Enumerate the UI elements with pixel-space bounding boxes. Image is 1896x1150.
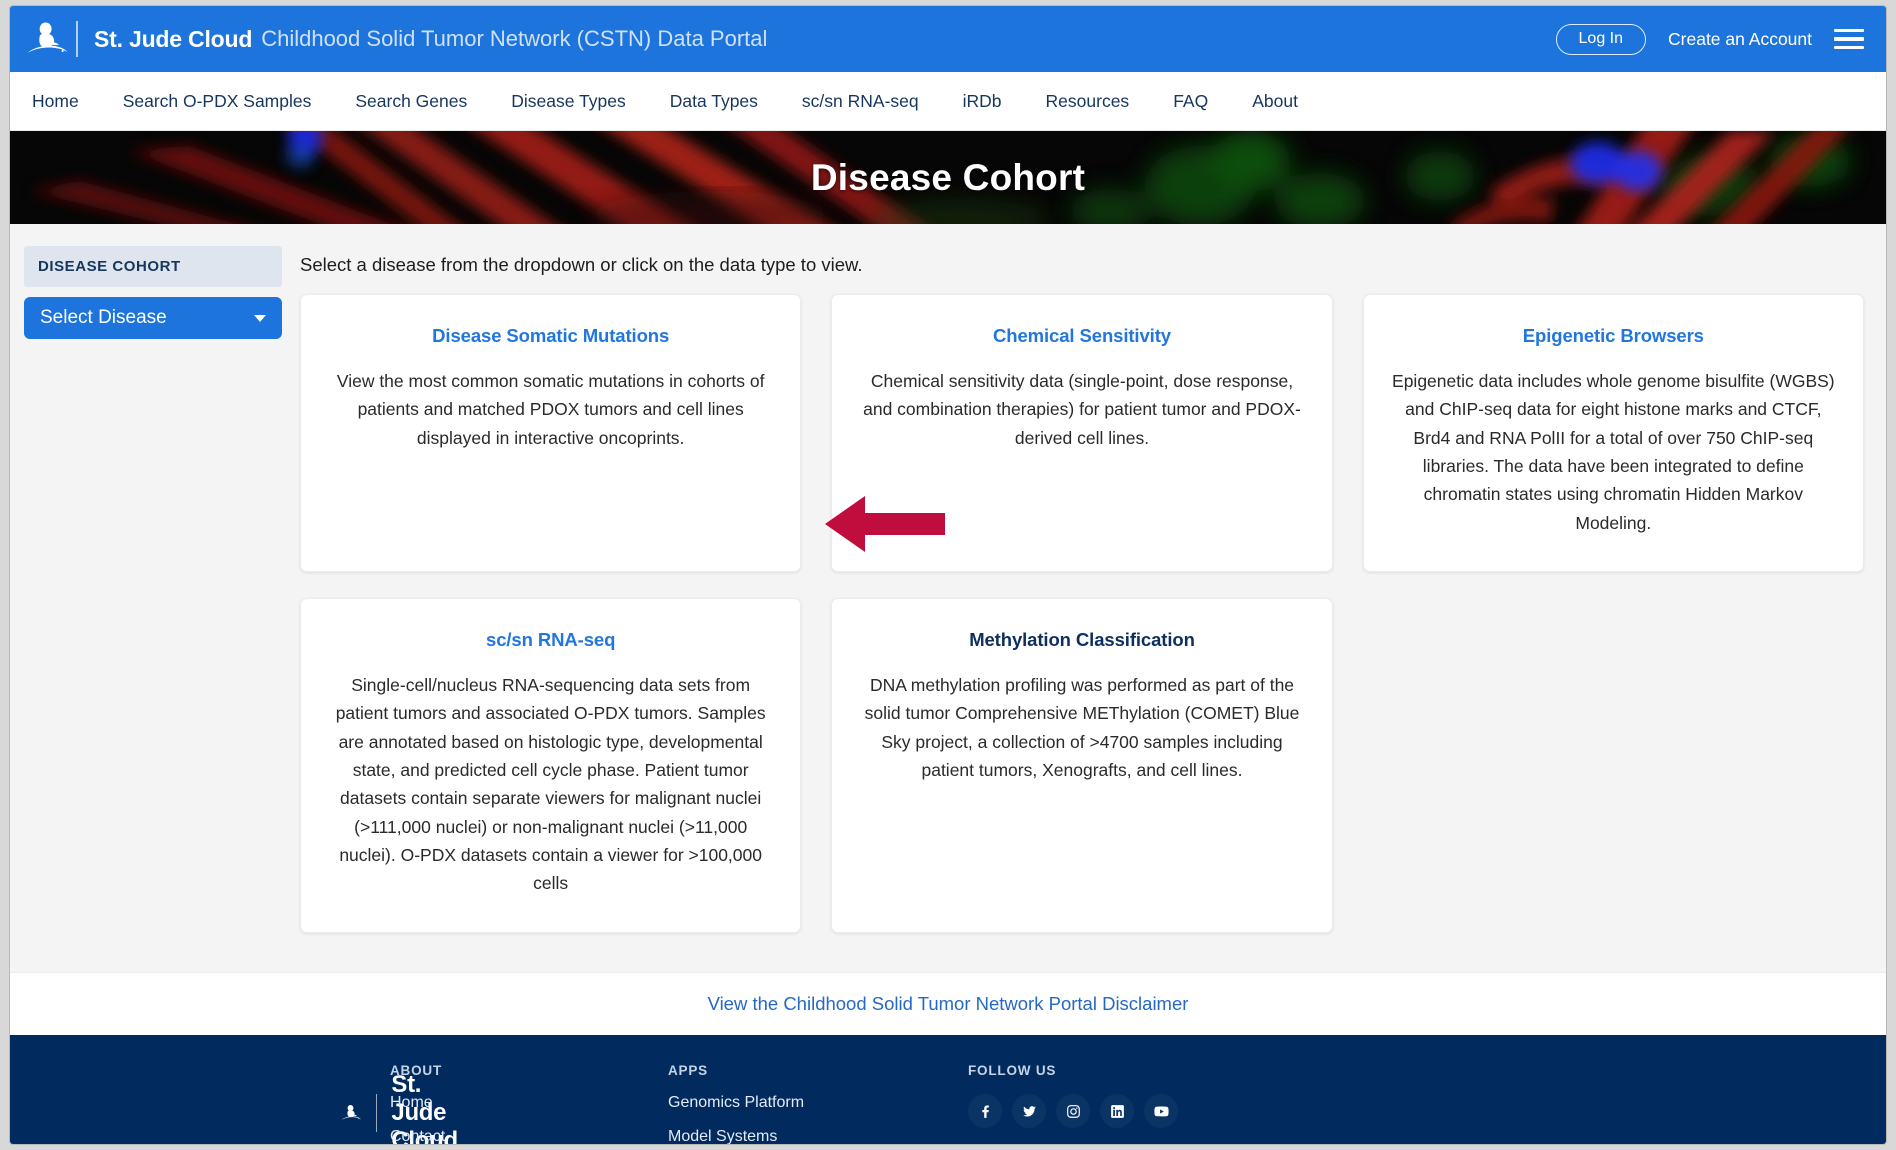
card-title[interactable]: sc/sn RNA-seq xyxy=(327,629,774,651)
footer-link-contact[interactable]: Contact xyxy=(390,1128,668,1144)
nav-item-faq[interactable]: FAQ xyxy=(1151,91,1230,112)
data-type-card-row-1: Disease Somatic Mutations View the most … xyxy=(300,294,1864,573)
card-disease-somatic-mutations[interactable]: Disease Somatic Mutations View the most … xyxy=(300,294,802,573)
select-disease-label: Select Disease xyxy=(40,307,167,328)
facebook-icon[interactable] xyxy=(968,1094,1002,1128)
page-title: Disease Cohort xyxy=(810,156,1086,198)
disclaimer-band: View the Childhood Solid Tumor Network P… xyxy=(10,972,1886,1035)
nav-item-search-opdx-samples[interactable]: Search O-PDX Samples xyxy=(101,91,334,112)
main-content: Select a disease from the dropdown or cl… xyxy=(300,246,1886,972)
sidebar-heading-disease-cohort: DISEASE COHORT xyxy=(24,246,282,287)
card-description: Epigenetic data includes whole genome bi… xyxy=(1392,371,1835,533)
nav-item-data-types[interactable]: Data Types xyxy=(648,91,780,112)
linkedin-icon[interactable] xyxy=(1100,1094,1134,1128)
instagram-icon[interactable] xyxy=(1056,1094,1090,1128)
nav-item-irdb[interactable]: iRDb xyxy=(941,91,1024,112)
footer-brand-divider xyxy=(376,1094,378,1132)
nav-item-search-genes[interactable]: Search Genes xyxy=(333,91,489,112)
nav-item-home[interactable]: Home xyxy=(22,91,101,112)
footer-heading-apps: APPS xyxy=(668,1063,708,1078)
card-methylation-classification[interactable]: Methylation Classification DNA methylati… xyxy=(831,598,1333,933)
page-body: DISEASE COHORT Select Disease Select a d… xyxy=(10,224,1886,972)
card-description: View the most common somatic mutations i… xyxy=(336,371,765,448)
sidebar: DISEASE COHORT Select Disease xyxy=(10,246,300,972)
nav-item-scsn-rna-seq[interactable]: sc/sn RNA-seq xyxy=(780,91,941,112)
footer-heading-about: ABOUT xyxy=(390,1063,442,1078)
card-description: Chemical sensitivity data (single-point,… xyxy=(863,371,1301,448)
youtube-icon[interactable] xyxy=(1144,1094,1178,1128)
footer-brand[interactable]: St. Jude Cloud xyxy=(10,1063,458,1144)
card-description: Single-cell/nucleus RNA-sequencing data … xyxy=(335,675,766,894)
create-account-link[interactable]: Create an Account xyxy=(1668,29,1812,50)
chevron-down-icon xyxy=(254,314,266,322)
brand-subtitle: Childhood Solid Tumor Network (CSTN) Dat… xyxy=(261,26,768,51)
st-jude-logo-icon xyxy=(27,22,68,53)
hamburger-menu-icon[interactable] xyxy=(1834,28,1864,50)
select-disease-dropdown[interactable]: Select Disease xyxy=(24,297,282,339)
site-brand[interactable]: St. Jude Cloud Childhood Solid Tumor Net… xyxy=(24,16,767,62)
hero-banner: Disease Cohort xyxy=(10,131,1886,224)
card-title[interactable]: Epigenetic Browsers xyxy=(1390,325,1837,347)
footer-column-follow-us: FOLLOW US xyxy=(968,1063,1246,1144)
twitter-icon[interactable] xyxy=(1012,1094,1046,1128)
card-description: DNA methylation profiling was performed … xyxy=(864,675,1300,781)
footer-heading-follow-us: FOLLOW US xyxy=(968,1063,1057,1078)
nav-item-disease-types[interactable]: Disease Types xyxy=(489,91,647,112)
card-scsn-rna-seq[interactable]: sc/sn RNA-seq Single-cell/nucleus RNA-se… xyxy=(300,598,802,933)
nav-item-about[interactable]: About xyxy=(1230,91,1320,112)
footer-link-model-systems[interactable]: Model Systems xyxy=(668,1128,968,1144)
disclaimer-link[interactable]: View the Childhood Solid Tumor Network P… xyxy=(708,993,1189,1015)
login-button[interactable]: Log In xyxy=(1555,23,1647,55)
footer-link-home[interactable]: Home xyxy=(390,1094,668,1112)
brand-title: St. Jude Cloud xyxy=(94,25,253,52)
card-epigenetic-browsers[interactable]: Epigenetic Browsers Epigenetic data incl… xyxy=(1362,294,1864,573)
site-header: St. Jude Cloud Childhood Solid Tumor Net… xyxy=(10,6,1886,72)
footer-column-apps: APPS Genomics Platform Model Systems Ped… xyxy=(668,1063,968,1144)
footer-link-genomics-platform[interactable]: Genomics Platform xyxy=(668,1094,968,1112)
instruction-text: Select a disease from the dropdown or cl… xyxy=(300,254,863,275)
footer-column-about: ABOUT Home Contact Careers xyxy=(390,1063,668,1144)
header-actions: Log In Create an Account xyxy=(1555,23,1864,55)
st-jude-logo-icon xyxy=(341,1104,362,1120)
nav-item-resources[interactable]: Resources xyxy=(1024,91,1152,112)
card-title[interactable]: Methylation Classification xyxy=(858,629,1305,651)
data-type-card-row-2: sc/sn RNA-seq Single-cell/nucleus RNA-se… xyxy=(300,598,1864,933)
site-footer: St. Jude Cloud ABOUT Home Contact Career… xyxy=(10,1035,1886,1144)
brand-divider xyxy=(76,21,78,57)
browser-viewport: St. Jude Cloud Childhood Solid Tumor Net… xyxy=(10,6,1886,1144)
social-links xyxy=(968,1094,1246,1128)
card-chemical-sensitivity[interactable]: Chemical Sensitivity Chemical sensitivit… xyxy=(831,294,1333,573)
card-title[interactable]: Chemical Sensitivity xyxy=(858,325,1305,347)
main-navigation: Home Search O-PDX Samples Search Genes D… xyxy=(10,72,1886,131)
card-title[interactable]: Disease Somatic Mutations xyxy=(327,325,774,347)
